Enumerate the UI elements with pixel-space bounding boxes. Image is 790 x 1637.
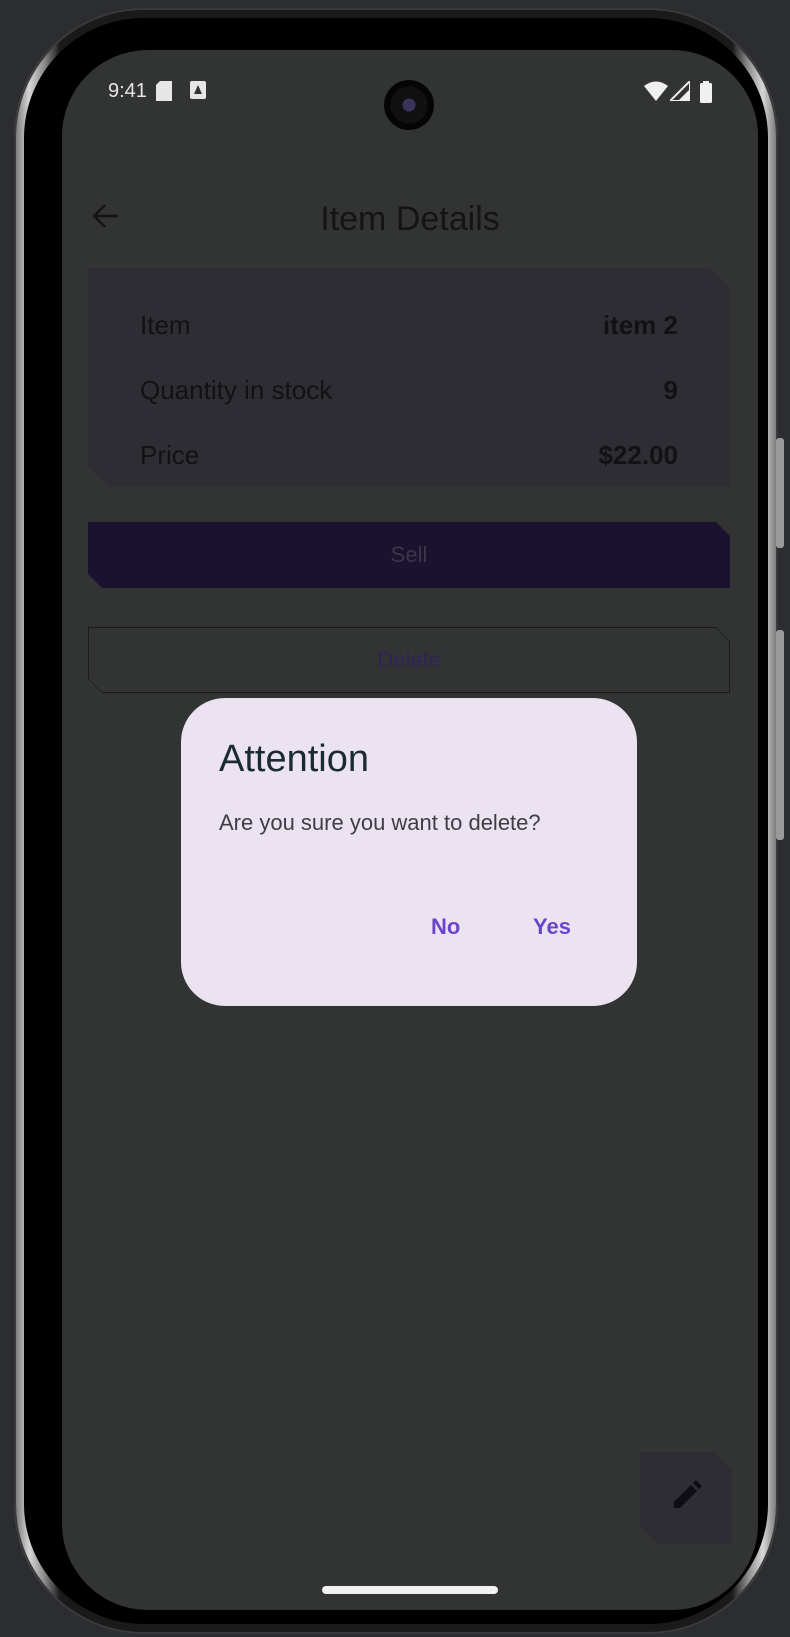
top-app-bar: Item Details [62, 180, 758, 260]
detail-row-item: Item item 2 [140, 305, 678, 345]
detail-label: Quantity in stock [140, 374, 333, 405]
dialog-title: Attention [219, 738, 369, 780]
front-camera [384, 80, 434, 130]
edit-pencil-icon [669, 1479, 703, 1518]
volume-button [776, 438, 784, 548]
page-title: Item Details [320, 200, 500, 238]
detail-row-quantity: Quantity in stock 9 [140, 370, 678, 410]
phone-frame: 9:41 Item Details Item item 2 Quantity i… [14, 8, 784, 1634]
status-time: 9:41 [108, 80, 147, 102]
status-bar: 9:41 [62, 50, 758, 140]
detail-value: 9 [663, 374, 678, 405]
wifi-icon [644, 81, 668, 106]
notification-icon [190, 81, 206, 104]
sell-button[interactable]: Sell [88, 522, 730, 588]
battery-icon [700, 81, 712, 108]
signal-icon [667, 78, 691, 106]
sd-card-icon [156, 81, 172, 106]
power-button [776, 630, 784, 840]
detail-row-price: Price $22.00 [140, 435, 678, 475]
home-indicator[interactable] [322, 1586, 498, 1594]
detail-value: item 2 [602, 309, 678, 340]
detail-value: $22.00 [598, 439, 678, 470]
edit-fab[interactable] [640, 1452, 732, 1544]
dialog-yes-button[interactable]: Yes [529, 908, 575, 946]
delete-button[interactable]: Delete [89, 628, 729, 692]
dialog-no-button[interactable]: No [427, 908, 464, 946]
detail-label: Item [140, 309, 191, 340]
dialog-message: Are you sure you want to delete? [219, 810, 541, 835]
detail-label: Price [140, 439, 200, 470]
app-screen: 9:41 Item Details Item item 2 Quantity i… [62, 50, 758, 1610]
delete-confirmation-dialog: Attention Are you sure you want to delet… [181, 698, 637, 1006]
item-details-card: Item item 2 Quantity in stock 9 Price $2… [88, 268, 730, 486]
delete-button-outline: Delete [88, 627, 730, 693]
